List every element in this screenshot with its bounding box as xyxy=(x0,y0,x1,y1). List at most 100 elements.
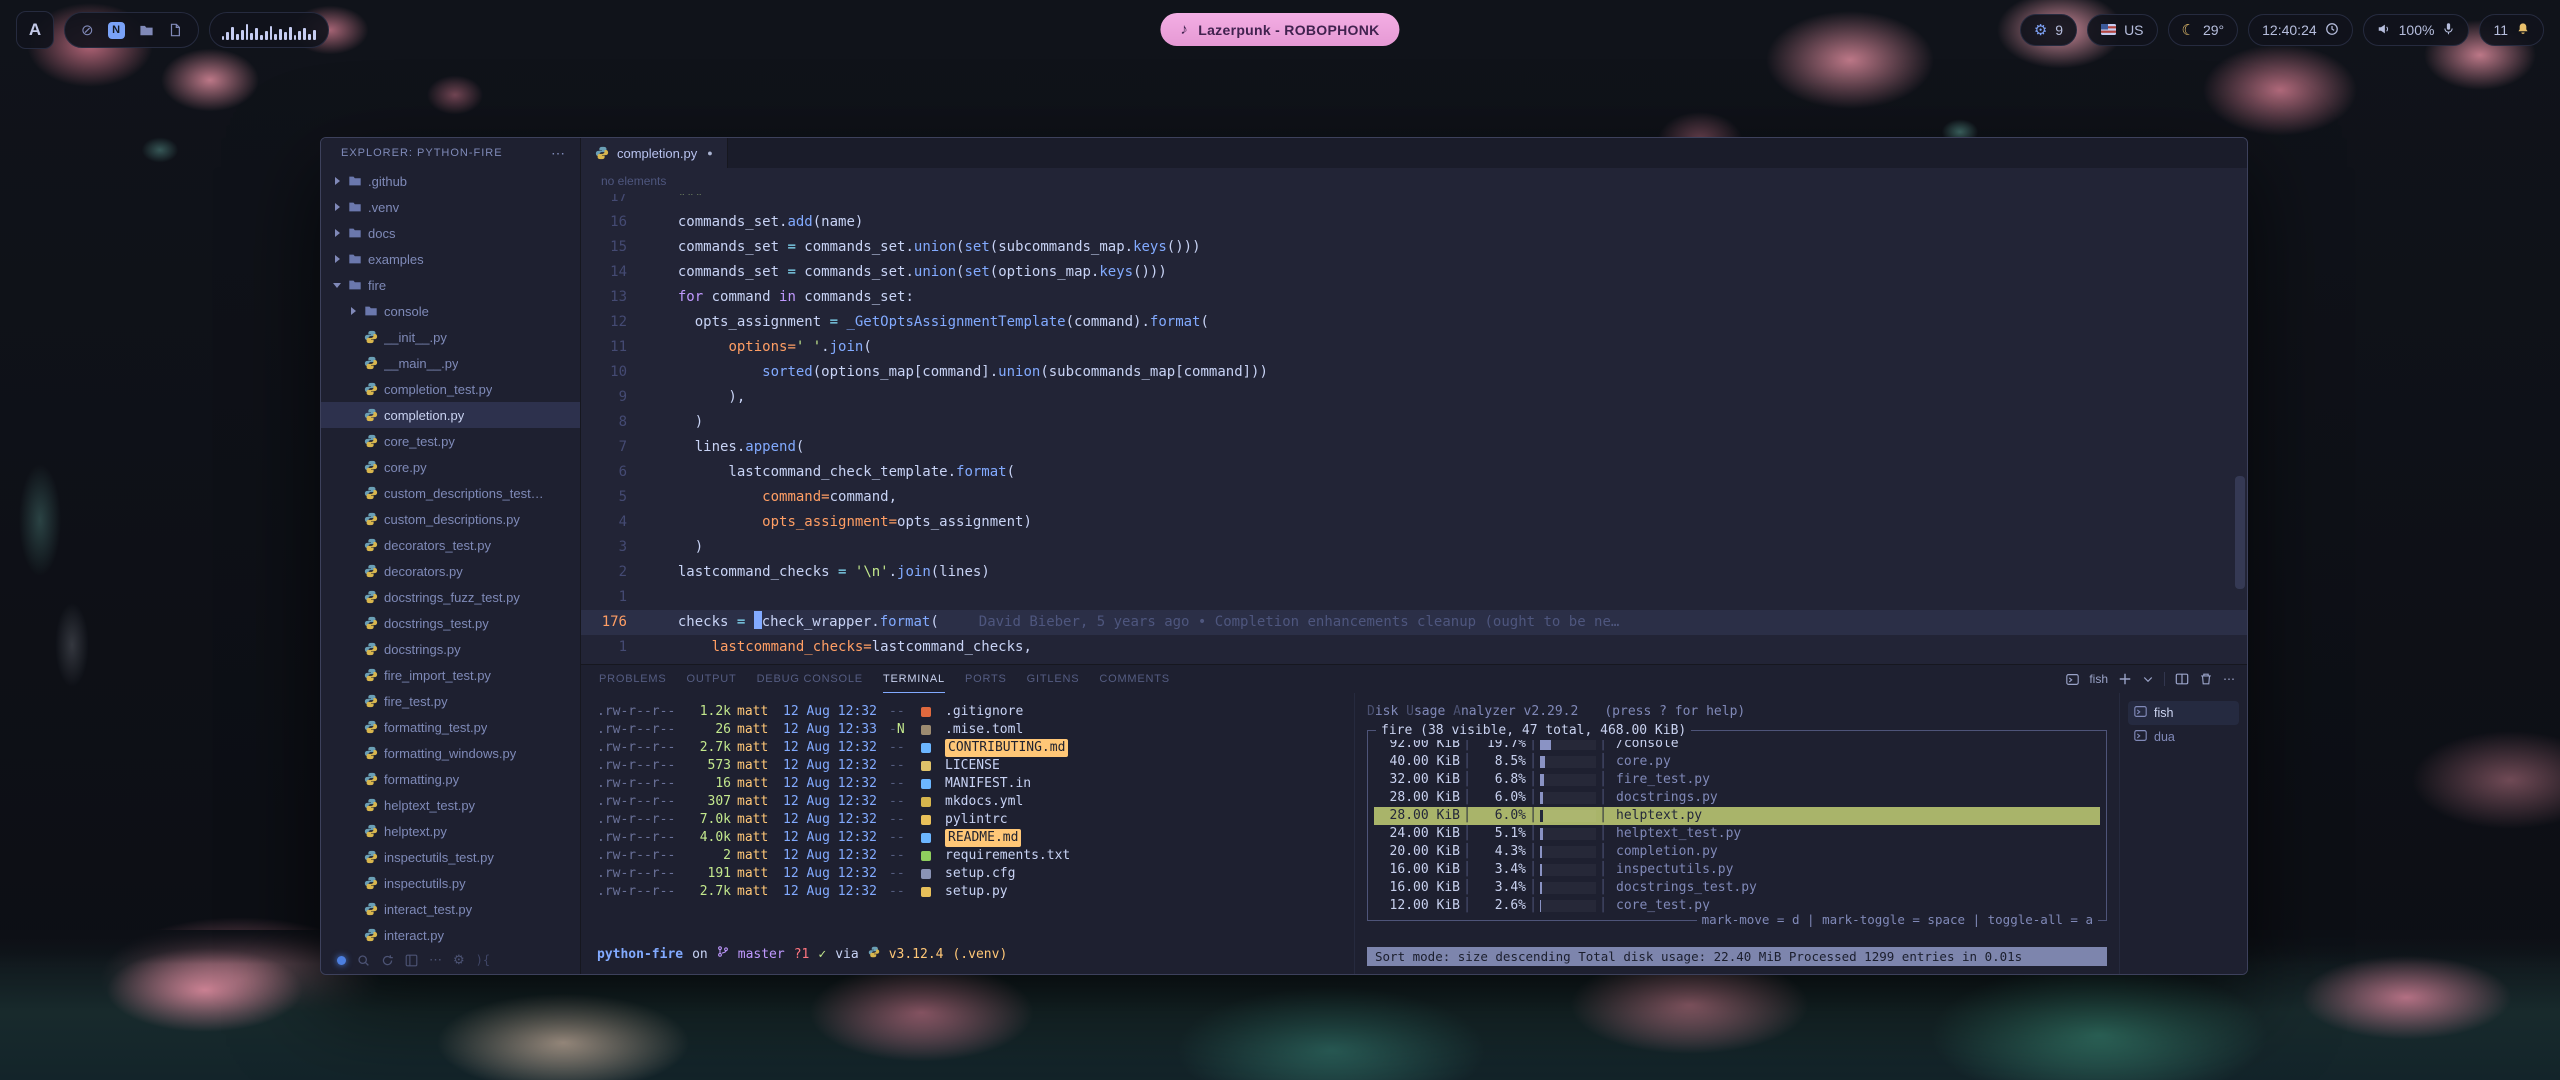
dua-row-core.py[interactable]: 40.00 KiB│8.5%││core.py xyxy=(1374,753,2100,771)
panel-tab-problems[interactable]: PROBLEMS xyxy=(599,665,667,693)
explorer-item-completion_test.py[interactable]: completion_test.py xyxy=(321,376,580,402)
search-icon[interactable] xyxy=(357,954,370,967)
code-line[interactable]: 14 commands_set = commands_set.union(set… xyxy=(581,260,2247,285)
terminal-pane-fish[interactable]: .rw-r--r--1.2kmatt12 Aug 12:32--.gitigno… xyxy=(581,693,1354,974)
explorer-item-completion.py[interactable]: completion.py xyxy=(321,402,580,428)
panel-tab-output[interactable]: OUTPUT xyxy=(687,665,737,693)
code-line[interactable]: 11 options=' '.join( xyxy=(581,335,2247,360)
code-line[interactable]: 15 commands_set = commands_set.union(set… xyxy=(581,235,2247,260)
dua-row-helptext_test.py[interactable]: 24.00 KiB│5.1%││helptext_test.py xyxy=(1374,825,2100,843)
breadcrumb[interactable]: no elements xyxy=(581,168,2247,194)
sync-icon[interactable] xyxy=(381,954,394,967)
tab-completion-py[interactable]: completion.py ● xyxy=(581,138,728,168)
dua-row-docstrings_test.py[interactable]: 16.00 KiB│3.4%││docstrings_test.py xyxy=(1374,879,2100,897)
panel-tab-gitlens[interactable]: GITLENS xyxy=(1027,665,1080,693)
ellipsis-icon[interactable]: ⋯ xyxy=(429,952,442,968)
terminal-pane-dua[interactable]: Disk Usage Analyzer v2.29.2(press ? for … xyxy=(1354,693,2119,974)
updates-widget[interactable]: ⚙ 9 xyxy=(2020,14,2077,46)
explorer-item-__main__.py[interactable]: __main__.py xyxy=(321,350,580,376)
explorer-item-interact_test.py[interactable]: interact_test.py xyxy=(321,896,580,922)
dua-row-completion.py[interactable]: 20.00 KiB│4.3%││completion.py xyxy=(1374,843,2100,861)
explorer-item-inspectutils_test.py[interactable]: inspectutils_test.py xyxy=(321,844,580,870)
new-terminal-icon[interactable] xyxy=(2118,672,2132,686)
code-line[interactable]: 13 for command in commands_set: xyxy=(581,285,2247,310)
explorer-item-helptext_test.py[interactable]: helptext_test.py xyxy=(321,792,580,818)
weather-widget[interactable]: ☾ 29° xyxy=(2168,14,2239,46)
code-line[interactable]: 10 sorted(options_map[command].union(sub… xyxy=(581,360,2247,385)
explorer-item-custom_descriptions.py[interactable]: custom_descriptions.py xyxy=(321,506,580,532)
explorer-item-interact.py[interactable]: interact.py xyxy=(321,922,580,946)
notifications-widget[interactable]: 11 xyxy=(2479,14,2544,46)
modified-dot-icon[interactable]: ● xyxy=(707,148,712,158)
explorer-item-core.py[interactable]: core.py xyxy=(321,454,580,480)
scrollbar-thumb[interactable] xyxy=(2235,476,2245,589)
kill-terminal-icon[interactable] xyxy=(2199,672,2213,686)
now-playing-widget[interactable]: ♪ Lazerpunk - ROBOPHONK xyxy=(1160,13,1399,46)
terminal-session-dua[interactable]: dua xyxy=(2128,725,2239,749)
explorer-item-fire_test.py[interactable]: fire_test.py xyxy=(321,688,580,714)
explorer-item-fire[interactable]: fire xyxy=(321,272,580,298)
explorer-item-fire_import_test.py[interactable]: fire_import_test.py xyxy=(321,662,580,688)
code-line[interactable]: 1 xyxy=(581,585,2247,610)
panel-tab-ports[interactable]: PORTS xyxy=(965,665,1007,693)
gear-icon[interactable]: ⚙ xyxy=(453,952,465,968)
audio-widget[interactable]: 100% xyxy=(2363,14,2470,46)
code-line[interactable]: 1 lastcommand_checks=lastcommand_checks, xyxy=(581,635,2247,660)
code-line[interactable]: 5 command=command, xyxy=(581,485,2247,510)
terminal-session-fish[interactable]: fish xyxy=(2128,701,2239,725)
code-line[interactable]: 2 lastcommand_checks = '\n'.join(lines) xyxy=(581,560,2247,585)
code-line[interactable]: 4 opts_assignment=opts_assignment) xyxy=(581,510,2247,535)
launcher-button[interactable]: A xyxy=(16,11,54,49)
code-editor[interactable]: 17 """16 commands_set.add(name)15 comman… xyxy=(581,194,2247,664)
panel-tab-comments[interactable]: COMMENTS xyxy=(1099,665,1170,693)
dua-row-docstrings.py[interactable]: 28.00 KiB│6.0%││docstrings.py xyxy=(1374,789,2100,807)
shell-profile-label[interactable]: fish xyxy=(2089,672,2108,686)
panel-tab-terminal[interactable]: TERMINAL xyxy=(883,665,945,693)
code-line[interactable]: 9 ), xyxy=(581,385,2247,410)
explorer-item-docstrings_test.py[interactable]: docstrings_test.py xyxy=(321,610,580,636)
code-line[interactable]: 16 commands_set.add(name) xyxy=(581,210,2247,235)
editor-scrollbar[interactable] xyxy=(2235,194,2245,664)
explorer-item-decorators_test.py[interactable]: decorators_test.py xyxy=(321,532,580,558)
explorer-item-inspectutils.py[interactable]: inspectutils.py xyxy=(321,870,580,896)
audio-visualizer[interactable] xyxy=(209,12,329,48)
explorer-item-helptext.py[interactable]: helptext.py xyxy=(321,818,580,844)
explorer-item-__init__.py[interactable]: __init__.py xyxy=(321,324,580,350)
clock-widget[interactable]: 12:40:24 xyxy=(2248,14,2353,46)
dua-row-helptext.py[interactable]: 28.00 KiB│6.0%││helptext.py xyxy=(1374,807,2100,825)
chevron-down-icon[interactable] xyxy=(2142,673,2154,685)
explorer-item-.venv[interactable]: .venv xyxy=(321,194,580,220)
explorer-item-custom_descriptions_test[interactable]: custom_descriptions_test… xyxy=(321,480,580,506)
document-tray-icon[interactable] xyxy=(168,23,182,37)
code-line[interactable]: 17 """ xyxy=(581,194,2247,210)
explorer-item-docstrings_fuzz_test.py[interactable]: docstrings_fuzz_test.py xyxy=(321,584,580,610)
code-line[interactable]: 176 checks = check_wrapper.format(David … xyxy=(581,610,2247,635)
code-line[interactable]: 3 ) xyxy=(581,535,2247,560)
dua-row-fire_test.py[interactable]: 32.00 KiB│6.8%││fire_test.py xyxy=(1374,771,2100,789)
explorer-item-.github[interactable]: .github xyxy=(321,168,580,194)
explorer-item-decorators.py[interactable]: decorators.py xyxy=(321,558,580,584)
explorer-item-docs[interactable]: docs xyxy=(321,220,580,246)
split-terminal-icon[interactable] xyxy=(2175,672,2189,686)
explorer-item-docstrings.py[interactable]: docstrings.py xyxy=(321,636,580,662)
code-line[interactable]: 12 opts_assignment = _GetOptsAssignmentT… xyxy=(581,310,2247,335)
explorer-item-examples[interactable]: examples xyxy=(321,246,580,272)
explorer-item-formatting_windows.py[interactable]: formatting_windows.py xyxy=(321,740,580,766)
code-line[interactable]: 7 lines.append( xyxy=(581,435,2247,460)
explorer-item-console[interactable]: console xyxy=(321,298,580,324)
keyboard-layout-widget[interactable]: US xyxy=(2087,14,2157,46)
code-line[interactable]: 6 lastcommand_check_template.format( xyxy=(581,460,2247,485)
panel-more-icon[interactable]: ⋯ xyxy=(2223,672,2235,686)
notes-badge[interactable]: N xyxy=(108,22,125,39)
panel-tab-debug-console[interactable]: DEBUG CONSOLE xyxy=(757,665,863,693)
remote-indicator[interactable] xyxy=(337,956,346,965)
dua-row-inspectutils.py[interactable]: 16.00 KiB│3.4%││inspectutils.py xyxy=(1374,861,2100,879)
explorer-item-formatting.py[interactable]: formatting.py xyxy=(321,766,580,792)
code-line[interactable]: 8 ) xyxy=(581,410,2247,435)
layout-icon[interactable] xyxy=(405,954,418,967)
explorer-item-core_test.py[interactable]: core_test.py xyxy=(321,428,580,454)
explorer-more-icon[interactable]: ⋯ xyxy=(551,145,566,162)
explorer-item-formatting_test.py[interactable]: formatting_test.py xyxy=(321,714,580,740)
folder-tray-icon[interactable] xyxy=(139,23,154,38)
dnd-icon[interactable]: ⊘ xyxy=(81,21,94,39)
